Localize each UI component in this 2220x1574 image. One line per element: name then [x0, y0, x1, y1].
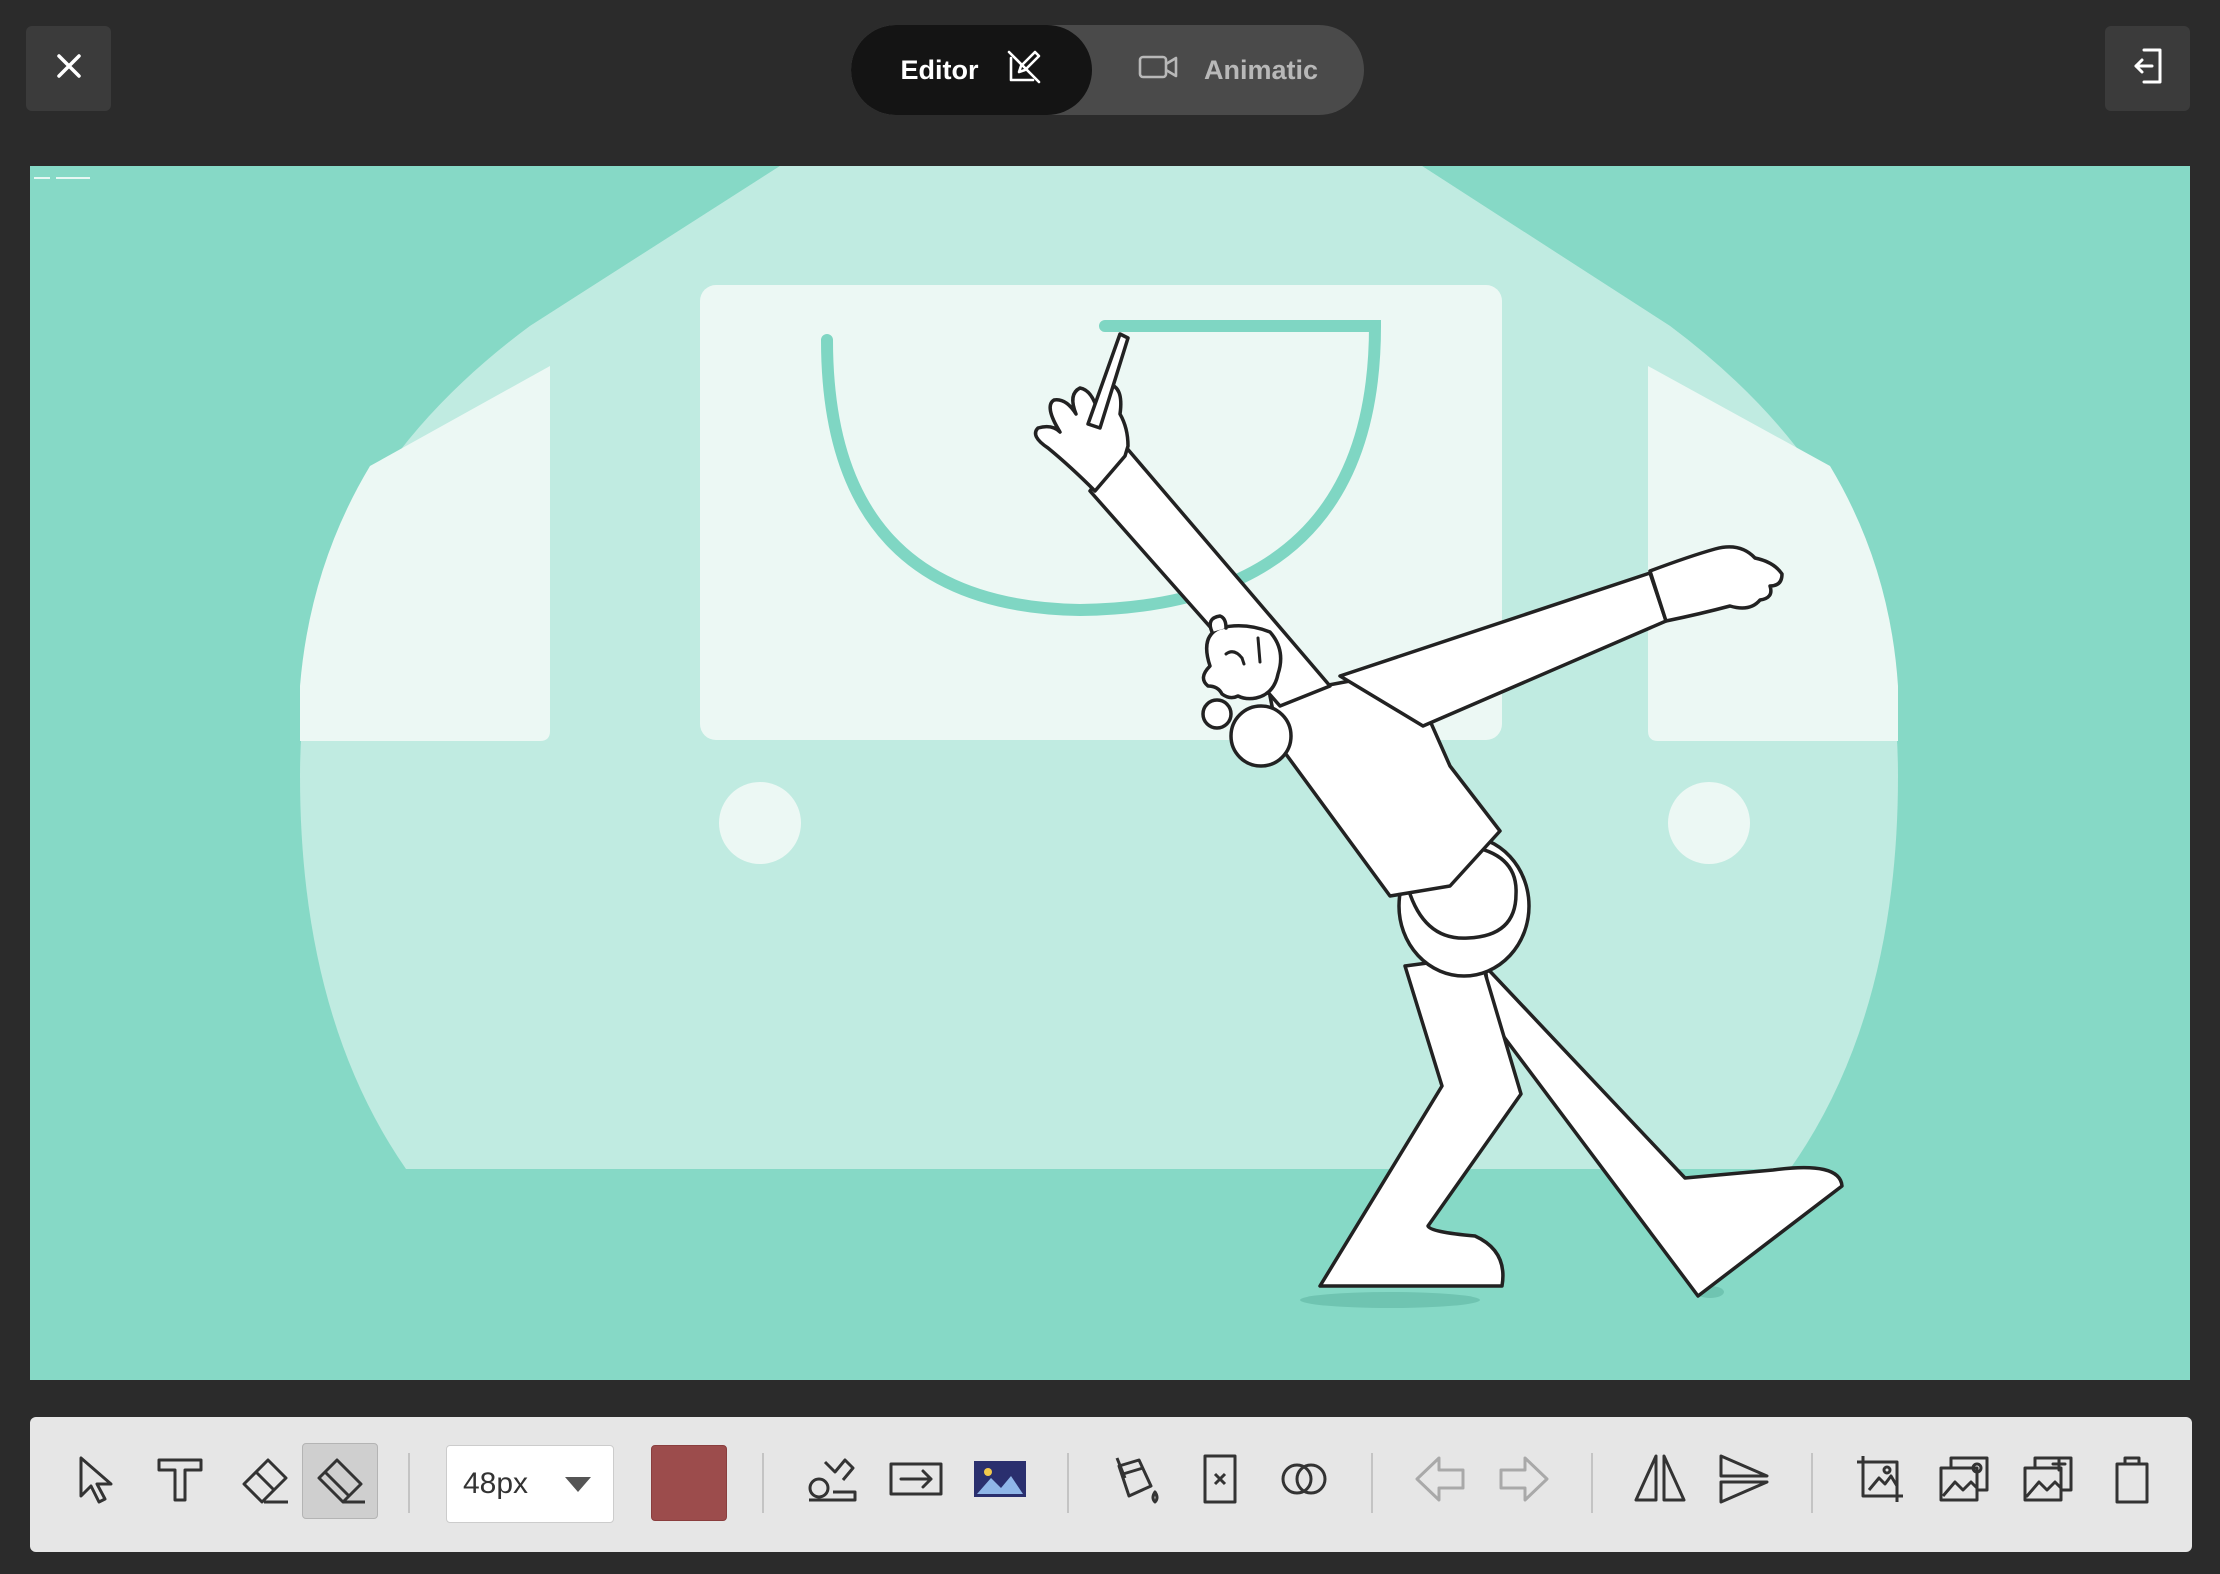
arrow-tool[interactable]	[878, 1443, 954, 1519]
image-add-icon	[2021, 1452, 2075, 1511]
eraser-icon	[238, 1452, 292, 1511]
color-swatch[interactable]	[651, 1445, 727, 1521]
mode-switch: Editor Animatic	[851, 25, 1364, 115]
brush-size-value: 48px	[463, 1467, 529, 1500]
tab-editor-label: Editor	[900, 54, 979, 85]
video-camera-icon	[1138, 53, 1178, 88]
image-icon	[973, 1452, 1027, 1511]
tab-editor[interactable]: Editor	[851, 25, 1092, 115]
onion-skin-tool[interactable]	[1266, 1443, 1342, 1519]
block-eraser-tool[interactable]	[302, 1443, 378, 1519]
shapes-tool[interactable]	[794, 1443, 870, 1519]
tab-animatic-label: Animatic	[1203, 54, 1319, 85]
toolbar-divider	[1811, 1453, 1813, 1513]
select-tool[interactable]	[58, 1443, 134, 1519]
pencil-slash-icon	[1005, 48, 1043, 93]
image-tool[interactable]	[962, 1443, 1038, 1519]
image-stack-icon	[1937, 1452, 1991, 1511]
import-image-button[interactable]	[1842, 1443, 1918, 1519]
toolbar-divider	[1371, 1453, 1373, 1513]
flip-vertical-button[interactable]	[1706, 1443, 1782, 1519]
duplicate-frame-button[interactable]	[1926, 1443, 2002, 1519]
text-icon	[153, 1452, 207, 1511]
eraser-tool[interactable]	[227, 1443, 303, 1519]
toolbar-divider	[1067, 1453, 1069, 1513]
redo-button[interactable]	[1486, 1443, 1562, 1519]
toolbar-divider	[1591, 1453, 1593, 1513]
text-tool[interactable]	[142, 1443, 218, 1519]
arrow-box-icon	[889, 1452, 943, 1511]
drawing-canvas[interactable]	[30, 166, 2190, 1380]
shapes-icon	[805, 1452, 859, 1511]
flip-vertical-icon	[1717, 1452, 1771, 1511]
chevron-down-icon	[565, 1477, 591, 1492]
exit-icon	[2132, 47, 2164, 90]
toolbar: 48px	[30, 1417, 2192, 1552]
clipboard-icon	[2105, 1452, 2159, 1511]
cursor-icon	[69, 1452, 123, 1511]
clear-frame-icon	[1193, 1452, 1247, 1511]
add-frame-button[interactable]	[2010, 1443, 2086, 1519]
undo-button[interactable]	[1402, 1443, 1478, 1519]
clear-frame-tool[interactable]	[1182, 1443, 1258, 1519]
flip-horizontal-icon	[1633, 1452, 1687, 1511]
arrow-right-icon	[1497, 1452, 1551, 1511]
paint-bucket-icon	[1109, 1452, 1163, 1511]
arrow-left-icon	[1413, 1452, 1467, 1511]
eraser-fill-icon	[313, 1452, 367, 1511]
flip-horizontal-button[interactable]	[1622, 1443, 1698, 1519]
brush-size-select[interactable]: 48px	[446, 1445, 614, 1523]
canvas-illustration	[34, 166, 1898, 1308]
onion-skin-icon	[1277, 1452, 1331, 1511]
tab-animatic[interactable]: Animatic	[1092, 25, 1364, 115]
image-frame-icon	[1853, 1452, 1907, 1511]
close-button[interactable]	[26, 26, 111, 111]
toolbar-divider	[408, 1453, 410, 1513]
exit-button[interactable]	[2105, 26, 2190, 111]
toolbar-divider	[762, 1453, 764, 1513]
fill-tool[interactable]	[1098, 1443, 1174, 1519]
close-icon	[56, 53, 82, 84]
clipboard-button[interactable]	[2094, 1443, 2170, 1519]
